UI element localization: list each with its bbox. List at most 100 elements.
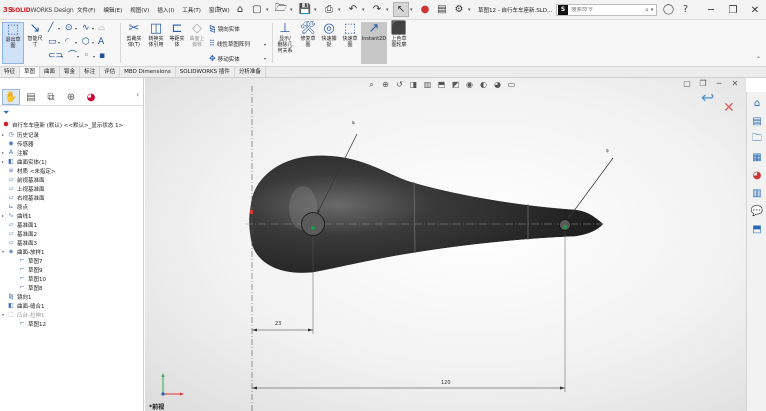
tree-item-sketch8[interactable]: ⌐ 草图8 — [18, 283, 42, 292]
point-icon[interactable]: ◦ — [84, 51, 89, 61]
undo-dropdown-icon[interactable]: ▾ — [362, 2, 368, 17]
text-icon[interactable]: A — [98, 37, 104, 47]
open-icon[interactable]: 🗁 — [273, 2, 289, 17]
menu-tools[interactable]: 工具(T) — [178, 6, 205, 14]
tab-mbd-dimensions[interactable]: MBD Dimensions — [120, 67, 176, 77]
surface-spline-icon[interactable]: ⌓ — [98, 23, 105, 33]
new-document-icon[interactable]: ▢ — [249, 2, 265, 17]
menu-insert[interactable]: 插入(I) — [153, 6, 178, 14]
graphics-area[interactable]: ⌕ ⊕ ↺ ◨ ▥ ⬒ ◩ ◉ ◐ ◕ ▭ ▢ ❐ ─ ✕ ↩ ✕ ⌀ ⌀ 23… — [145, 78, 746, 411]
instant2d-button[interactable]: ↗ Instant2D — [361, 22, 387, 64]
tree-item-material[interactable]: ≡ 材质 <未指定> — [7, 166, 55, 175]
ribbon-collapse-icon[interactable]: ⌃ — [756, 56, 761, 63]
solidworks-resources-icon[interactable]: ⌂ — [750, 96, 764, 110]
menu-view[interactable]: 视图(V) — [126, 6, 153, 14]
tree-item-plane2[interactable]: ▱ 基准面2 — [7, 229, 37, 238]
tree-item-mirror1[interactable]: ⧎ 镜向1 — [7, 292, 31, 301]
tree-item-annotations[interactable]: ▸ A 注解 — [2, 148, 28, 157]
shaded-sketch-contours-button[interactable]: ⬛ 上色草 图轮廓 — [388, 22, 410, 64]
circle-icon[interactable]: ⊙ — [65, 23, 73, 33]
tree-root[interactable]: ⬢ 自行车车座新 (默认) <<默认>_显示状态 1> — [2, 120, 123, 129]
tab-evaluate[interactable]: 评估 — [100, 67, 121, 77]
tab-features[interactable]: 特征 — [0, 67, 21, 77]
home-icon[interactable]: ⌂ — [232, 2, 248, 17]
offset-on-surface-button[interactable]: ◇ 曲面上 偏移 — [187, 22, 207, 64]
offset-entities-button[interactable]: ⊏ 等距实 体 — [167, 22, 187, 64]
tree-item-plane1[interactable]: ▱ 基准面1 — [7, 220, 37, 229]
design-library-icon[interactable]: ▤ — [750, 114, 764, 128]
close-icon[interactable]: ✕ — [744, 0, 766, 20]
display-manager-tab-icon[interactable]: ◕ — [82, 89, 100, 105]
custom-properties-icon[interactable]: ▥ — [750, 186, 764, 200]
tree-item-history[interactable]: ▸ ◷ 历史记录 — [2, 130, 39, 139]
configuration-manager-tab-icon[interactable]: ⧉ — [42, 89, 60, 105]
horizontal-dim-long[interactable]: 120 — [441, 380, 451, 386]
filter-icon[interactable]: ⏷ — [3, 108, 9, 118]
restore-icon[interactable]: ❐ — [722, 0, 744, 20]
tab-sketch[interactable]: 草图 — [20, 67, 41, 77]
options-dropdown-icon[interactable]: ▾ — [468, 2, 474, 17]
sketch-fillet-icon[interactable]: ⌒ — [68, 51, 77, 61]
panel-expand-chevron-icon[interactable]: › — [136, 91, 139, 99]
rectangle-icon[interactable]: ▭ — [48, 37, 57, 47]
mirror-entities-button[interactable]: ⧎ 镜向实体 — [209, 24, 240, 33]
search-input[interactable] — [571, 7, 645, 13]
horizontal-dim-small[interactable]: 23 — [275, 321, 281, 327]
tree-item-origin[interactable]: ⊾ 原点 — [7, 202, 28, 211]
feature-manager-tab-icon[interactable]: ✋ — [2, 89, 20, 105]
tree-item-surface-bodies[interactable]: ▸ ◧ 曲面实体(1) — [2, 157, 47, 166]
appearances-icon[interactable]: ◕ — [750, 168, 764, 182]
circle-dropdown-icon[interactable]: ▾ — [75, 26, 77, 31]
pattern-dropdown-icon[interactable]: ▾ — [264, 42, 266, 47]
tree-item-right-plane[interactable]: ▱ 右视基准面 — [7, 193, 45, 202]
tree-item-plane3[interactable]: ▱ 基准面3 — [7, 238, 37, 247]
plane-sketch-icon[interactable]: ▪ — [99, 51, 105, 61]
undo-icon[interactable]: ↶ — [345, 2, 361, 17]
line-icon[interactable]: ╱ — [48, 23, 53, 33]
move-entities-button[interactable]: ✥ 移动实体 — [209, 54, 240, 63]
3dexperience-icon[interactable]: ⬒ — [750, 222, 764, 236]
file-explorer-icon[interactable]: 🗀 — [750, 132, 764, 146]
point-dropdown-icon[interactable]: ▾ — [93, 54, 95, 59]
convert-entities-button[interactable]: ◫ 转换实 体引用 — [145, 22, 167, 64]
options-gear-icon[interactable]: ⚙ — [451, 2, 467, 17]
tree-item-sketch12[interactable]: ⌐ 草图12 — [18, 319, 46, 328]
spline-icon[interactable]: ∿ — [82, 23, 90, 33]
print-dropdown-icon[interactable]: ▾ — [338, 2, 344, 17]
tree-item-curve1[interactable]: ▸ ∿ 曲线1 — [2, 211, 32, 220]
search-icon[interactable]: ⌕ — [645, 6, 649, 15]
forum-icon[interactable]: 💬 — [750, 204, 764, 218]
tree-item-top-plane[interactable]: ▱ 上视基准面 — [7, 184, 45, 193]
tree-item-sensors[interactable]: ◉ 传感器 — [7, 139, 33, 148]
tree-item-sketch9[interactable]: ⌐ 草图9 — [18, 265, 42, 274]
minimize-icon[interactable]: ─ — [700, 0, 722, 20]
view-palette-icon[interactable]: ▦ — [750, 150, 764, 164]
repair-sketch-button[interactable]: 🛠 修复草 图 — [297, 22, 319, 64]
arc-icon[interactable]: ◜ — [65, 37, 69, 47]
select-dropdown-icon[interactable]: ▾ — [410, 2, 416, 17]
fillet-dropdown-icon[interactable]: ▾ — [77, 54, 79, 59]
tab-markup[interactable]: 标注 — [80, 67, 101, 77]
dimxpert-manager-tab-icon[interactable]: ⊕ — [62, 89, 80, 105]
slot-dropdown-icon[interactable]: ▾ — [61, 54, 63, 59]
line-dropdown-icon[interactable]: ▾ — [58, 26, 60, 31]
account-icon[interactable]: ◯ — [662, 3, 675, 16]
save-dropdown-icon[interactable]: ▾ — [314, 2, 320, 17]
polygon-icon[interactable]: ⬡ — [82, 37, 90, 47]
print-icon[interactable]: ⎙ — [321, 2, 337, 17]
quick-snaps-button[interactable]: ◎ 快速捕 捉 — [319, 22, 339, 64]
linear-pattern-button[interactable]: ⠿ 线性草图阵列 — [209, 39, 250, 48]
tree-item-sketch7[interactable]: ⌐ 草图7 — [18, 256, 42, 265]
trim-entities-button[interactable]: ✂ 剪裁实 体(T) — [124, 22, 144, 64]
rectangle-dropdown-icon[interactable]: ▾ — [58, 40, 60, 45]
help-icon[interactable]: ? — [679, 3, 692, 16]
tab-surfaces[interactable]: 曲面 — [40, 67, 61, 77]
polygon-dropdown-icon[interactable]: ▾ — [92, 40, 94, 45]
tab-solidworks-addins[interactable]: SOLIDWORKS 插件 — [176, 67, 235, 77]
exit-sketch-button[interactable]: ⬚ 退出草 图 — [2, 22, 24, 64]
arc-dropdown-icon[interactable]: ▾ — [75, 40, 77, 45]
tree-item-surface-loft1[interactable]: ▾ ◈ 曲面-放样1 — [2, 247, 44, 256]
tree-item-sketch10[interactable]: ⌐ 草图10 — [18, 274, 46, 283]
file-properties-icon[interactable]: ▤ — [434, 2, 450, 17]
display-delete-relations-button[interactable]: ⊥ 显示/ 删除几 何关系 — [274, 22, 296, 64]
